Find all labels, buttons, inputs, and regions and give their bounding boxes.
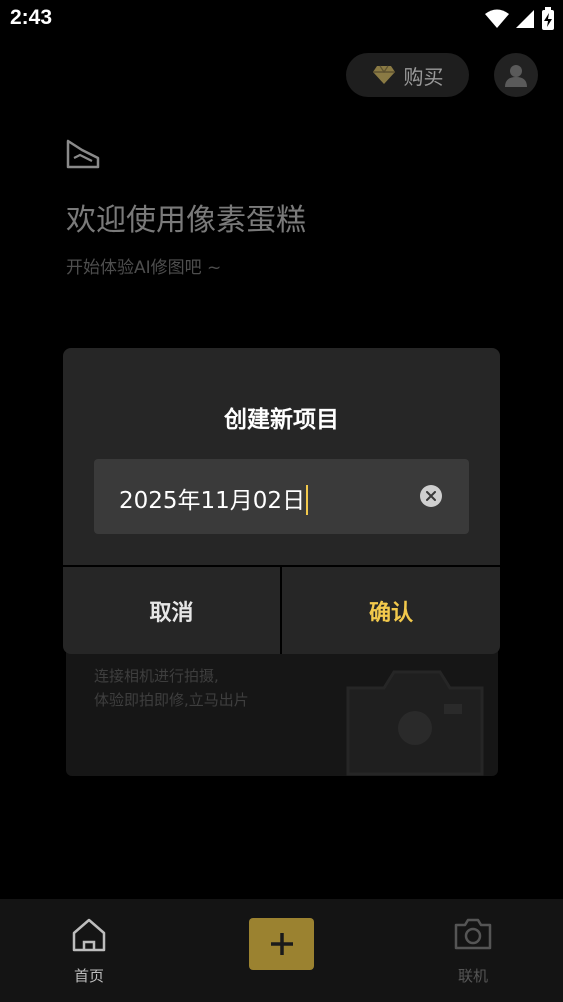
clear-input-button[interactable] xyxy=(420,485,442,507)
nav-connect[interactable]: 联机 xyxy=(436,917,510,989)
signal-icon xyxy=(516,10,534,28)
project-name-text: 2025年11月02日 xyxy=(119,488,306,514)
welcome-subtitle: 开始体验AI修图吧 ~ xyxy=(66,258,222,278)
camera-card-line1: 连接相机进行拍摄, xyxy=(94,667,219,685)
status-time: 2:43 xyxy=(10,6,53,29)
camera-decoration-icon xyxy=(346,670,484,776)
project-name-input[interactable]: 2025年11月02日 xyxy=(94,459,469,534)
bottom-nav: 首页 联机 xyxy=(0,899,563,1002)
nav-connect-label: 联机 xyxy=(457,967,488,985)
status-bar: 2:43 xyxy=(0,0,563,38)
camera-icon xyxy=(454,918,492,950)
photo-edit-icon xyxy=(66,139,100,169)
create-project-dialog: 创建新项目 2025年11月02日 取消 确认 xyxy=(63,348,500,654)
wifi-icon xyxy=(485,9,509,28)
clear-icon xyxy=(426,491,436,501)
confirm-button[interactable]: 确认 xyxy=(282,567,500,654)
buy-button[interactable]: 购买 xyxy=(346,53,469,97)
diamond-icon xyxy=(372,65,395,84)
add-project-button[interactable] xyxy=(249,918,314,970)
buy-label: 购买 xyxy=(403,64,444,89)
home-icon xyxy=(72,918,106,952)
camera-card-line2: 体验即拍即修,立马出片 xyxy=(94,691,249,709)
battery-charging-icon xyxy=(542,7,554,30)
project-name-value: 2025年11月02日 xyxy=(119,481,309,517)
text-cursor xyxy=(306,484,309,515)
cancel-button[interactable]: 取消 xyxy=(63,567,280,654)
user-icon xyxy=(505,65,527,87)
nav-home[interactable]: 首页 xyxy=(52,917,126,989)
dialog-title: 创建新项目 xyxy=(224,407,339,433)
status-icons xyxy=(485,7,555,31)
camera-card-text: 连接相机进行拍摄, 体验即拍即修,立马出片 xyxy=(94,664,249,712)
plus-icon xyxy=(270,933,293,955)
welcome-title: 欢迎使用像素蛋糕 xyxy=(66,203,306,238)
avatar-button[interactable] xyxy=(494,53,538,97)
nav-home-label: 首页 xyxy=(73,967,104,985)
